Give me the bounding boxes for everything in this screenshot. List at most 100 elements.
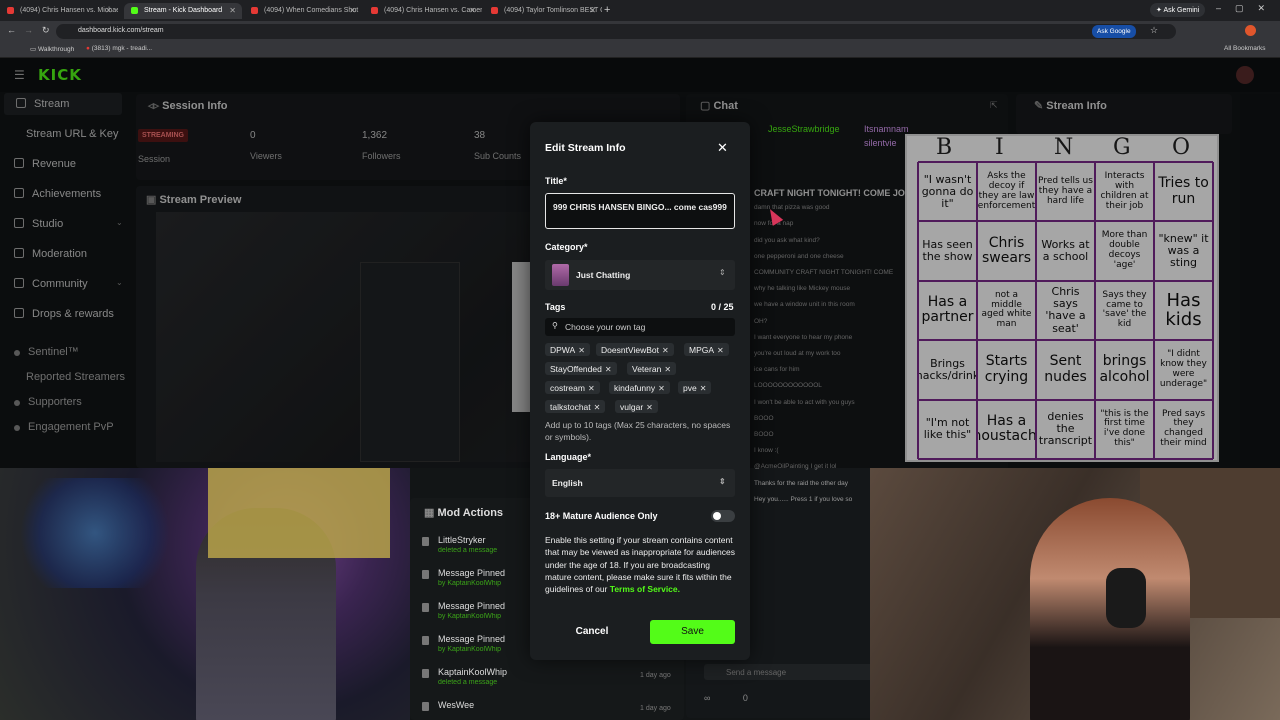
new-tab-button[interactable]: + xyxy=(604,4,610,16)
tags-input[interactable]: ⚲ Choose your own tag xyxy=(545,318,735,336)
remove-tag-icon[interactable]: ✕ xyxy=(700,384,707,393)
youtube-favicon-icon xyxy=(371,7,378,14)
cancel-button[interactable]: Cancel xyxy=(545,620,639,644)
mature-toggle[interactable] xyxy=(711,510,735,522)
tag-label: kindafunny xyxy=(614,383,656,393)
all-bookmarks-label: All Bookmarks xyxy=(1224,45,1266,52)
close-tab-icon[interactable]: ✕ xyxy=(105,6,112,15)
profile-avatar[interactable] xyxy=(1245,25,1256,36)
tag-chip[interactable]: StayOffended ✕ xyxy=(545,362,617,375)
title-input-value: 999 CHRIS HANSEN BINGO... come cas999 xyxy=(553,202,727,212)
mod-action-sub: by KaptainKoolWhip xyxy=(438,580,502,587)
bookmark-star-icon[interactable]: ☆ xyxy=(1150,25,1158,36)
all-bookmarks[interactable]: All Bookmarks xyxy=(1224,45,1266,52)
browser-tab[interactable]: Stream - Kick Dashboard ✕ xyxy=(124,3,242,19)
remove-tag-icon[interactable]: ✕ xyxy=(588,384,595,393)
modal-title: Edit Stream Info xyxy=(545,142,626,154)
forward-icon[interactable]: → xyxy=(24,25,33,35)
close-tab-icon[interactable]: ✕ xyxy=(469,6,476,15)
mod-action-time: 1 day ago xyxy=(640,705,671,712)
remove-tag-icon[interactable]: ✕ xyxy=(594,403,601,412)
close-icon[interactable]: ✕ xyxy=(717,140,728,156)
close-tab-icon[interactable]: ✕ xyxy=(589,6,596,15)
ask-google-label: Ask Google xyxy=(1097,28,1131,35)
mod-action-title: LittleStryker xyxy=(438,535,486,545)
bookmark-label: (3813) mgk - treadi... xyxy=(91,45,153,52)
title-input[interactable]: 999 CHRIS HANSEN BINGO... come cas999 xyxy=(545,193,735,229)
url-text: dashboard.kick.com/stream xyxy=(78,27,164,34)
category-label: Category* xyxy=(545,242,588,252)
chevron-updown-icon: ⇕ xyxy=(719,268,726,277)
ask-gemini-button[interactable]: ✦ Ask Gemini xyxy=(1150,3,1206,17)
tag-chip[interactable]: DPWA ✕ xyxy=(545,343,590,356)
bookmark-walkthrough[interactable]: ▭ Walkthrough xyxy=(30,45,74,53)
mod-action-sub: by KaptainKoolWhip xyxy=(438,613,502,620)
tag-chip[interactable]: talkstochat ✕ xyxy=(545,400,606,413)
remove-tag-icon[interactable]: ✕ xyxy=(605,365,612,374)
webcam-left xyxy=(0,468,410,720)
tag-label: DoesntViewBot xyxy=(601,345,659,355)
tag-chip[interactable]: pve ✕ xyxy=(678,381,712,394)
mod-action-title: WesWee xyxy=(438,700,475,710)
browser-tab[interactable]: (4094) Chris Hansen vs. Camer ✕ xyxy=(364,3,482,19)
mature-label: 18+ Mature Audience Only xyxy=(545,511,658,521)
ask-gemini-label: Ask Gemini xyxy=(1163,7,1200,14)
browser-tab[interactable]: (4094) Chris Hansen vs. Michae ✕ xyxy=(0,3,118,19)
tag-chip[interactable]: vulgar ✕ xyxy=(615,400,658,413)
bookmarks-bar xyxy=(0,41,1280,58)
mod-action-title: Message Pinned xyxy=(438,634,506,644)
youtube-favicon-icon xyxy=(7,7,14,14)
mod-actions-title-text: Mod Actions xyxy=(437,507,504,519)
webcam-left-galaxy xyxy=(20,478,170,588)
tag-chip[interactable]: MPGA ✕ xyxy=(684,343,729,356)
tag-chip[interactable]: kindafunny ✕ xyxy=(609,381,670,394)
mod-action-icon xyxy=(422,603,429,612)
mod-action-title: KaptainKoolWhip xyxy=(438,667,508,677)
reload-icon[interactable]: ↻ xyxy=(42,25,50,36)
mature-help: Enable this setting if your stream conta… xyxy=(545,534,735,596)
remove-tag-icon[interactable]: ✕ xyxy=(578,346,585,355)
category-thumbnail xyxy=(552,264,569,286)
remove-tag-icon[interactable]: ✕ xyxy=(646,403,653,412)
terms-link[interactable]: Terms of Service. xyxy=(610,584,680,594)
tag-label: talkstochat xyxy=(550,402,591,412)
window-controls[interactable]: –▢✕ xyxy=(1216,3,1279,14)
tab-label: (4094) Taylor Tomlinson BEST C xyxy=(504,7,602,14)
tag-chip[interactable]: costream ✕ xyxy=(545,381,600,394)
remove-tag-icon[interactable]: ✕ xyxy=(664,365,671,374)
tags-placeholder: Choose your own tag xyxy=(565,322,646,332)
mod-action-icon xyxy=(422,537,429,546)
ask-google-button[interactable]: Ask Google xyxy=(1092,25,1136,38)
close-tab-icon[interactable]: ✕ xyxy=(229,6,236,15)
tag-label: vulgar xyxy=(620,402,644,412)
tag-chip[interactable]: DoesntViewBot ✕ xyxy=(596,343,674,356)
remove-tag-icon[interactable]: ✕ xyxy=(658,384,665,393)
tag-label: DPWA xyxy=(550,345,576,355)
mod-icon: ▦ xyxy=(424,507,438,519)
save-button[interactable]: Save xyxy=(650,620,735,644)
cancel-label: Cancel xyxy=(575,626,609,637)
tag-label: costream xyxy=(550,383,585,393)
back-icon[interactable]: ← xyxy=(7,25,16,35)
language-select[interactable]: English ⇕ xyxy=(545,469,735,497)
viewer-count-value: 0 xyxy=(742,693,748,703)
mod-actions-title: ▦ Mod Actions xyxy=(424,506,503,519)
mod-action-sub: deleted a message xyxy=(438,547,498,554)
address-bar[interactable]: dashboard.kick.com/stream xyxy=(56,24,1176,39)
tag-chip[interactable]: Veteran ✕ xyxy=(627,362,677,375)
remove-tag-icon[interactable]: ✕ xyxy=(717,346,724,355)
mod-action-time: 1 day ago xyxy=(640,672,671,679)
category-select[interactable]: Just Chatting ⇕ xyxy=(545,260,735,290)
folder-icon: ▭ xyxy=(30,46,38,53)
chevron-updown-icon: ⇕ xyxy=(719,477,726,486)
browser-tab[interactable]: (4094) When Comedians Shut ✕ xyxy=(244,3,362,19)
bookmark-mgk[interactable]: ● (3813) mgk - treadi... xyxy=(86,45,152,52)
mod-action-icon xyxy=(422,702,429,711)
tab-label: (4094) Chris Hansen vs. Camer xyxy=(384,7,482,14)
mod-action-icon xyxy=(422,636,429,645)
close-tab-icon[interactable]: ✕ xyxy=(349,6,356,15)
remove-tag-icon[interactable]: ✕ xyxy=(662,346,669,355)
browser-tab[interactable]: (4094) Taylor Tomlinson BEST C ✕ xyxy=(484,3,602,19)
tags-help: Add up to 10 tags (Max 25 characters, no… xyxy=(545,420,731,443)
webcam-left-poster xyxy=(208,468,390,558)
